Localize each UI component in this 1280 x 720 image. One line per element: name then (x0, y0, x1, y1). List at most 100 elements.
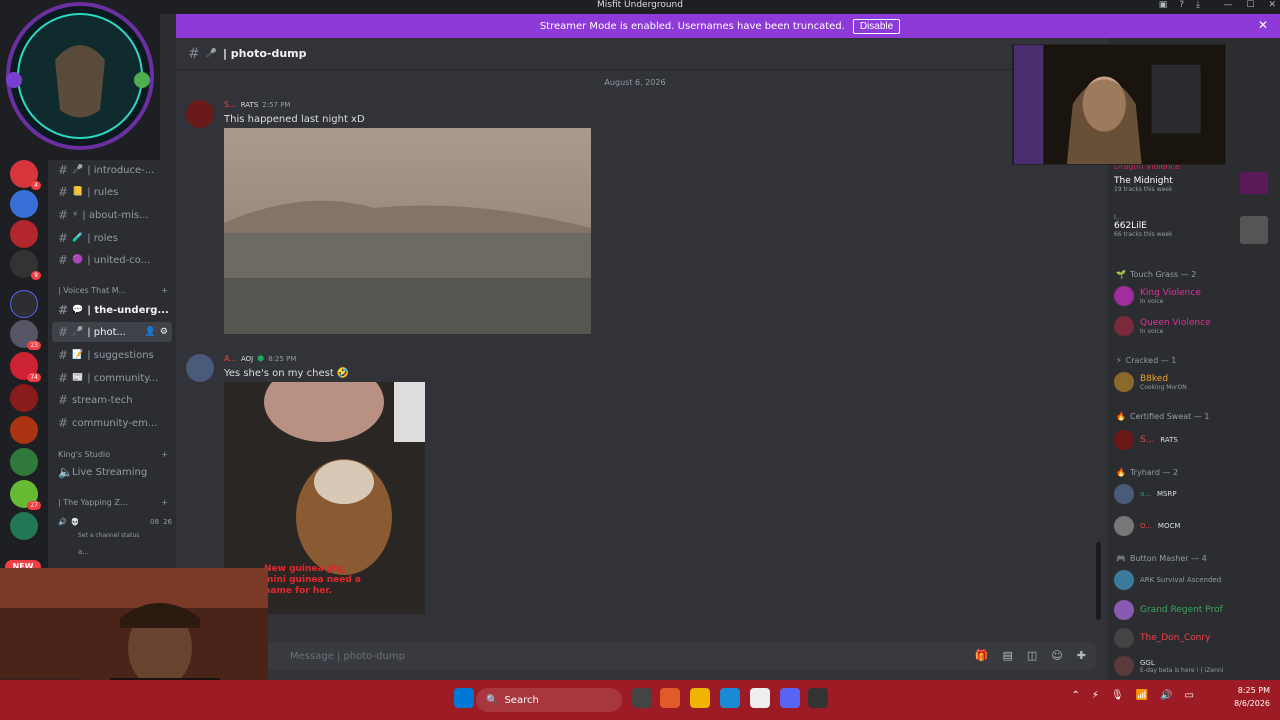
category-voices[interactable]: | Voices That M... + (58, 286, 168, 295)
inbox-icon[interactable]: ▣ (1159, 0, 1168, 10)
chevron-up-icon[interactable]: ⌃ (1072, 690, 1080, 701)
webcam-overlay-right (1012, 44, 1226, 165)
disable-button[interactable]: Disable (852, 18, 901, 34)
channel-rules[interactable]: # 📒 | rules (52, 182, 172, 202)
message-input[interactable]: Message | photo-dump 🎁 ▤ ◫ ☺ ✚ (262, 642, 1096, 670)
hash-icon: # (58, 231, 69, 245)
close-banner-icon[interactable]: ✕ (1258, 18, 1268, 32)
discord-taskbar-icon[interactable] (780, 688, 800, 708)
help-icon[interactable]: ? (1179, 0, 1184, 10)
message-header: S... RATS 2:57 PM (224, 100, 290, 109)
invite-icon[interactable]: 👤 (145, 327, 156, 337)
wifi-icon[interactable]: 📶 (1136, 690, 1148, 701)
channel-the-underground[interactable]: # 💬 | the-underg... (52, 300, 172, 320)
member-item[interactable]: B8ked Cooking MorON (1114, 372, 1187, 392)
member-item[interactable]: The_Don_Conry (1114, 628, 1210, 648)
copilot-icon[interactable] (660, 688, 680, 708)
channel-stream-tech[interactable]: # stream-tech (52, 390, 172, 410)
channel-community[interactable]: # 📰 | community... (52, 368, 172, 388)
gif-icon[interactable]: ▤ (1003, 649, 1013, 662)
server-icon[interactable] (10, 416, 38, 444)
server-icon[interactable] (10, 220, 38, 248)
task-view-icon[interactable] (632, 688, 652, 708)
member-item[interactable]: ARK Survival Ascended (1114, 570, 1221, 590)
channel-live-streaming[interactable]: 🔈 Live Streaming (52, 462, 172, 482)
member-item[interactable]: King Violence In voice (1114, 286, 1201, 306)
author-name[interactable]: S... (224, 100, 237, 109)
voice-channel-row[interactable]: 🔊 💀 08 26 (52, 512, 172, 532)
server-icon[interactable]: 23 (10, 320, 41, 350)
store-icon[interactable] (750, 688, 770, 708)
add-channel-icon[interactable]: + (161, 286, 168, 295)
taskbar-search[interactable]: 🔍 Search (476, 688, 622, 712)
close-window-icon[interactable]: ✕ (1268, 0, 1276, 10)
maximize-icon[interactable]: ☐ (1246, 0, 1254, 10)
avatar (1114, 430, 1134, 450)
avatar (1114, 628, 1134, 648)
search-icon: 🔍 (486, 694, 499, 706)
minimize-icon[interactable]: — (1223, 0, 1232, 10)
server-icon[interactable] (10, 512, 38, 540)
lightning-icon: ⚡ (1116, 356, 1122, 365)
folder-icon[interactable] (10, 290, 38, 318)
settings-gear-icon[interactable]: ⚙ (160, 327, 168, 337)
edge-icon[interactable] (720, 688, 740, 708)
app-icon[interactable] (808, 688, 828, 708)
member-item[interactable]: GGL E-day beta is here ! | iZenni (1114, 656, 1223, 676)
avatar[interactable] (186, 100, 214, 128)
channel-introduce[interactable]: # 🎤 | introduce-... (52, 160, 172, 180)
misfit-logo (0, 0, 160, 160)
message-text: This happened last night xD (224, 114, 365, 125)
channel-community-em[interactable]: # community-em... (52, 413, 172, 433)
channel-about[interactable]: # ⚡ | about-mis... (52, 205, 172, 225)
battery-icon[interactable]: ▭ (1185, 690, 1194, 701)
gamepad-icon: 🎮 (1116, 554, 1126, 563)
server-icon[interactable]: 74 (10, 352, 41, 382)
avatar[interactable] (186, 354, 214, 382)
member-group-header: 🌱 Touch Grass — 2 (1116, 270, 1197, 279)
server-icon[interactable] (10, 448, 38, 476)
dust-storm-image[interactable] (224, 128, 591, 334)
avatar (1114, 516, 1134, 536)
mic-icon[interactable]: 🎙 (1111, 690, 1124, 701)
member-item[interactable]: a... MSRP (1114, 484, 1177, 504)
network-icon[interactable]: ⚡ (1092, 690, 1099, 701)
server-icon[interactable] (10, 384, 38, 412)
member-item[interactable]: I... 662LilE 66 tracks this week (1114, 214, 1172, 238)
server-icon[interactable]: 27 (10, 480, 41, 510)
channel-suggestions[interactable]: # 📝 | suggestions (52, 345, 172, 365)
server-icon[interactable] (10, 190, 38, 218)
channel-photo-dump[interactable]: # 🎤 | phot... 👤 ⚙ (52, 322, 172, 342)
server-icon[interactable]: 9 (10, 250, 41, 280)
member-item[interactable]: O... MOCM (1114, 516, 1180, 536)
flame-icon: 🔥 (1116, 412, 1126, 421)
apps-icon[interactable]: ✚ (1077, 649, 1086, 662)
download-icon[interactable]: ⤓ (1196, 0, 1200, 10)
start-icon[interactable] (454, 688, 474, 708)
member-item[interactable]: The Midnight 19 tracks this week (1114, 176, 1173, 193)
gift-icon[interactable]: 🎁 (975, 649, 989, 662)
volume-icon[interactable]: 🔊 (1160, 690, 1172, 701)
category-yapping[interactable]: | The Yapping Z... + (58, 498, 168, 507)
channel-roles[interactable]: # 🧪 | roles (52, 228, 172, 248)
channel-united[interactable]: # 🟣 | united-co... (52, 250, 172, 270)
voice-user[interactable]: a... (78, 548, 89, 556)
add-channel-icon[interactable]: + (161, 498, 168, 507)
emoji-icon[interactable]: ☺ (1051, 649, 1062, 662)
add-channel-icon[interactable]: + (161, 450, 168, 459)
clock[interactable]: 8:25 PM 8/6/2026 (1234, 684, 1270, 710)
category-kings-studio[interactable]: King's Studio + (58, 450, 168, 459)
server-icon[interactable]: 4 (10, 160, 41, 190)
sticker-icon[interactable]: ◫ (1027, 649, 1037, 662)
speaker-icon: 🔊 (58, 518, 67, 526)
window-controls: — ☐ ✕ (1223, 0, 1276, 10)
file-explorer-icon[interactable] (690, 688, 710, 708)
member-item[interactable]: Queen Violence In voice (1114, 316, 1211, 336)
channel-status[interactable]: Set a channel status (78, 532, 139, 539)
author-name[interactable]: A... (224, 354, 237, 363)
member-group-header: ⚡ Cracked — 1 (1116, 356, 1177, 365)
member-item[interactable]: Grand Regent Prof (1114, 600, 1223, 620)
member-item[interactable]: S... RATS (1114, 430, 1178, 450)
skull-icon: 💀 (70, 518, 80, 526)
chat-scrollbar[interactable] (1096, 542, 1101, 620)
